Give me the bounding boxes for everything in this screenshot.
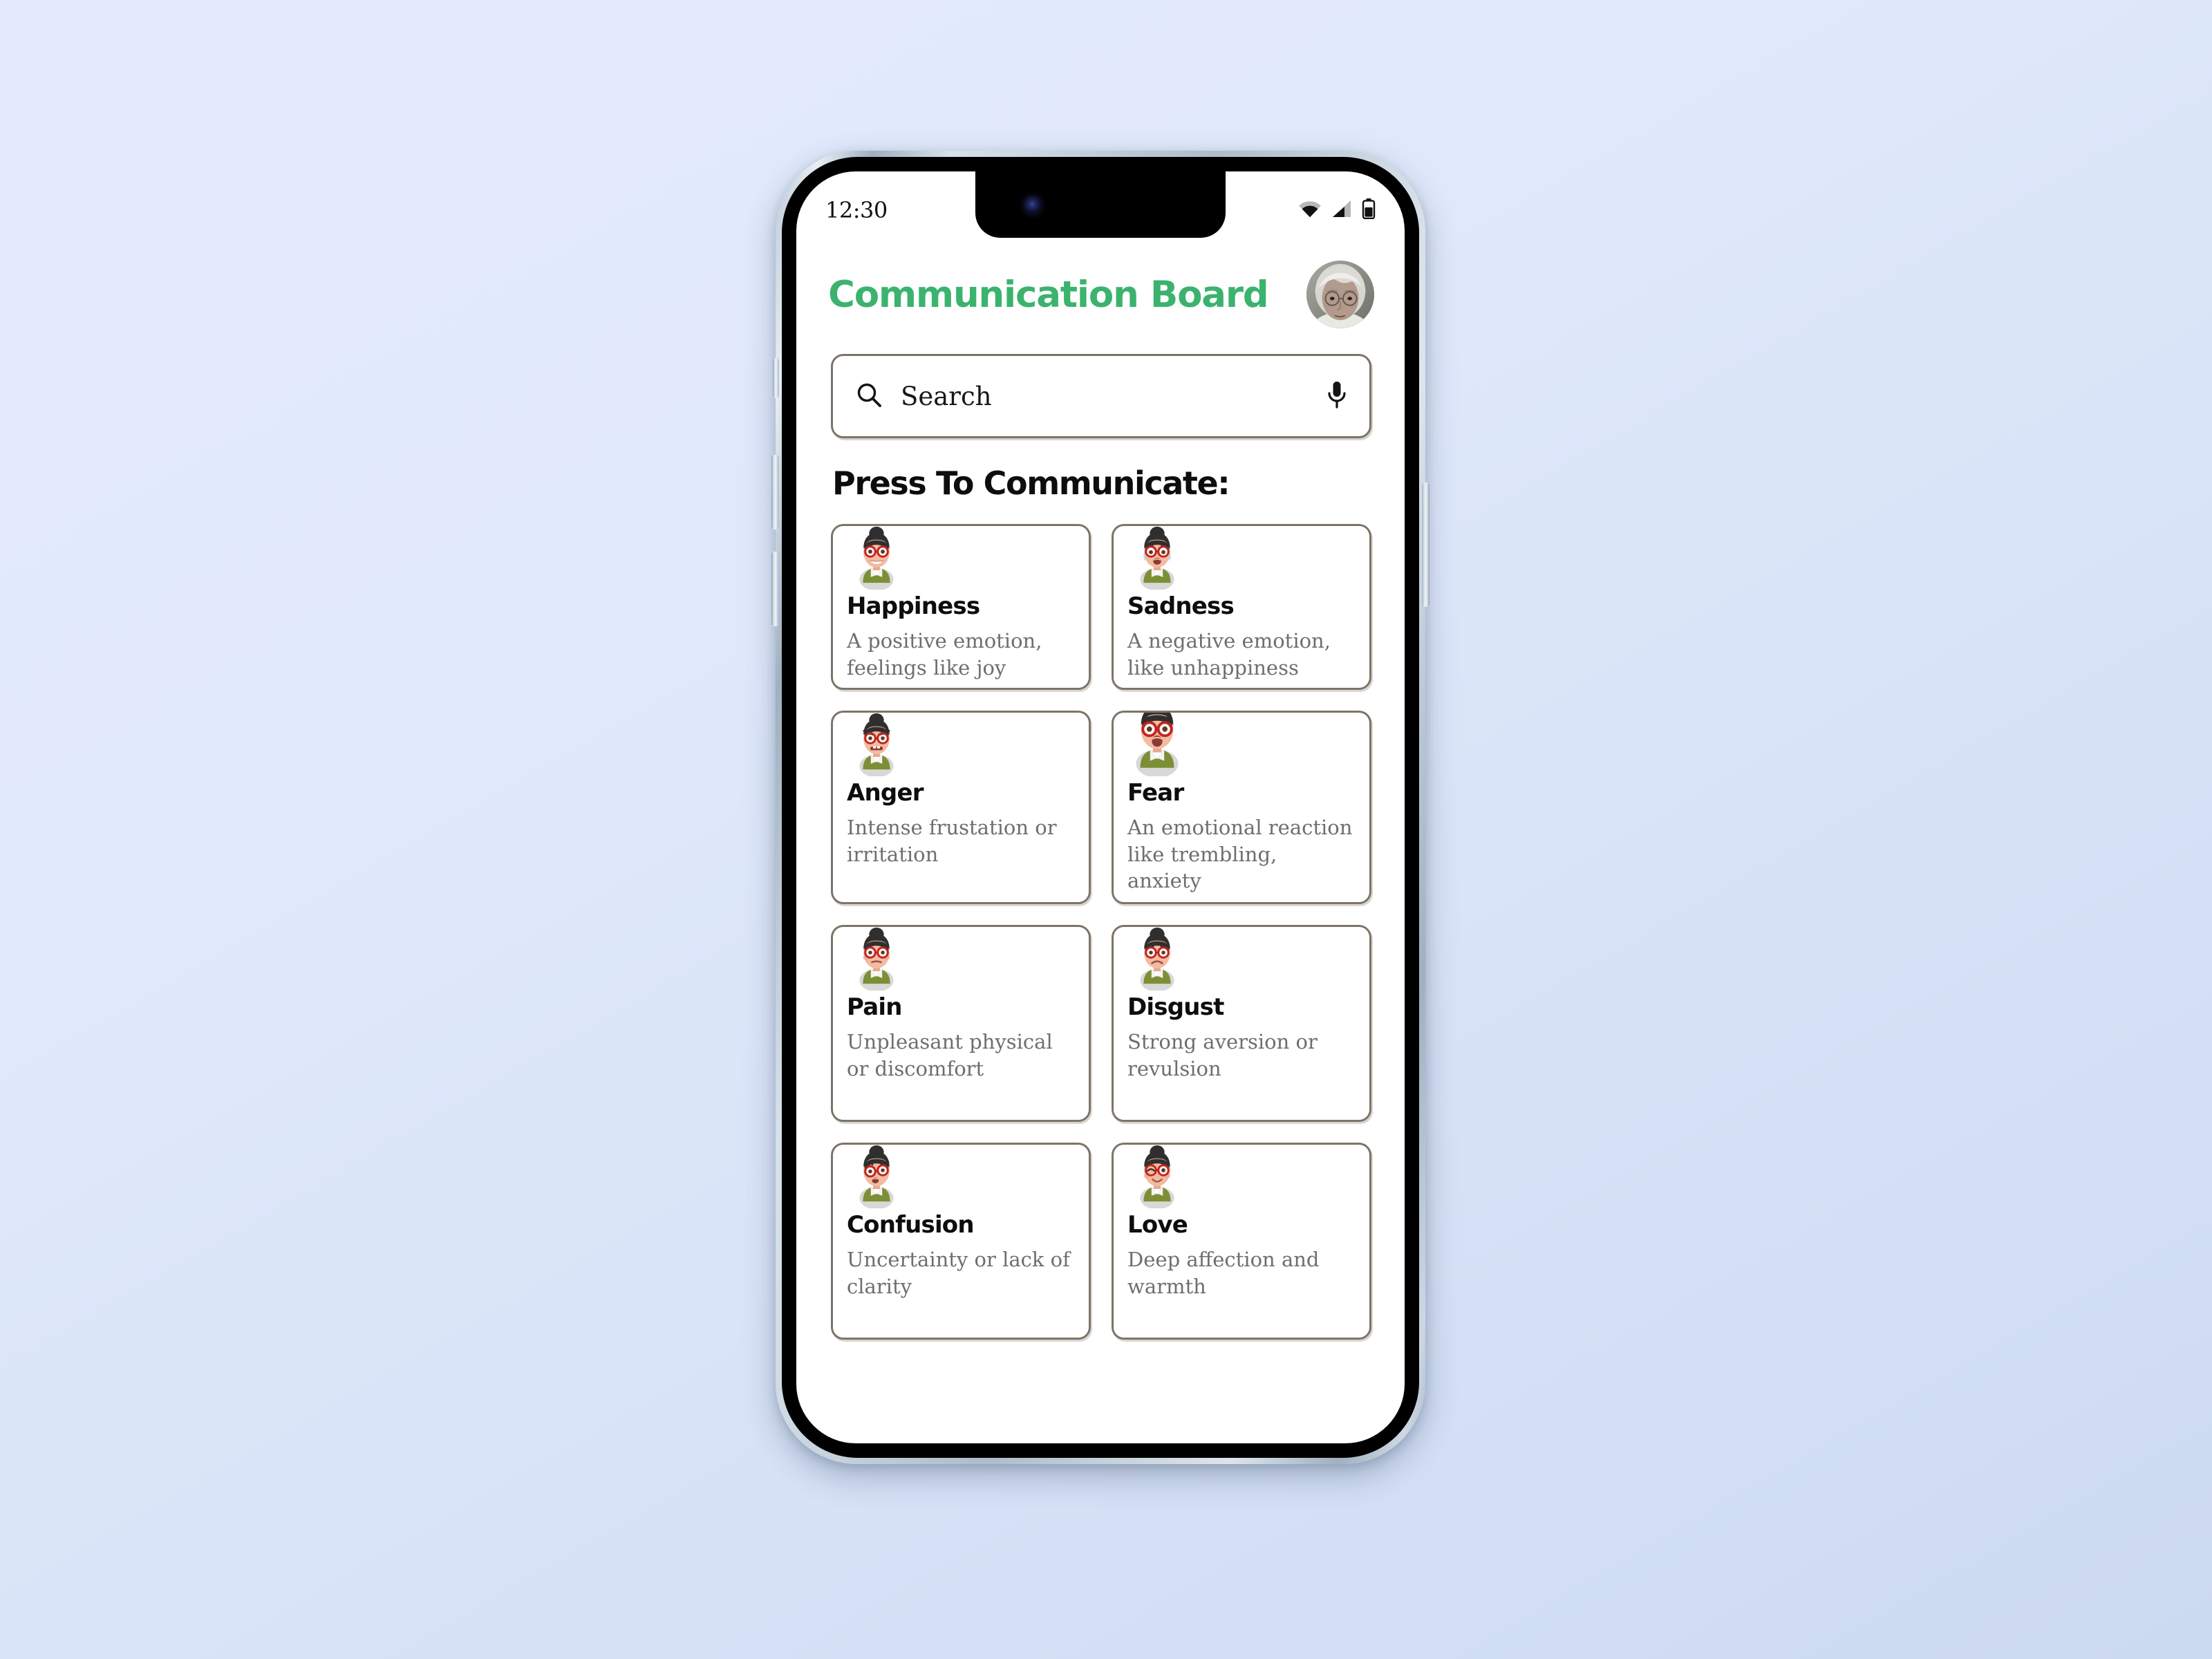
app-header: Communication Board [796, 253, 1405, 336]
emotion-card-title: Love [1127, 1211, 1188, 1239]
search-input[interactable]: Search [901, 382, 1325, 411]
angry-face-icon [848, 713, 905, 778]
emotion-card-description: Unpleasant physical or discomfort [847, 1030, 1053, 1080]
emotion-card-description: An emotional reaction like trembling, an… [1127, 816, 1353, 893]
battery-icon [1362, 198, 1376, 222]
silent-switch-button[interactable] [773, 358, 779, 398]
emotion-card-title: Disgust [1127, 993, 1224, 1021]
notch [975, 171, 1226, 238]
wifi-icon [1298, 200, 1322, 221]
phone-mockup: 12:30 Communication Board Search Press T… [771, 151, 1430, 1464]
emotion-card-title: Confusion [847, 1211, 975, 1239]
status-bar-clock: 12:30 [825, 197, 888, 223]
fearful-face-icon [1129, 713, 1185, 778]
front-camera-icon [1022, 195, 1043, 216]
emotion-card-pain[interactable]: Pain Unpleasant physical or discomfort [831, 925, 1091, 1122]
emotion-card-title: Fear [1127, 779, 1184, 807]
search-input-container[interactable]: Search [831, 354, 1371, 438]
emotion-card-description: Strong aversion or revulsion [1127, 1030, 1318, 1080]
emotion-card-description: A positive emotion, feelings like joy [847, 629, 1042, 679]
status-bar-icons [1298, 187, 1376, 222]
emotion-card-title: Happiness [847, 592, 980, 620]
happy-face-icon [848, 526, 905, 591]
search-bar[interactable]: Search [831, 354, 1371, 438]
sad-face-icon [1129, 526, 1185, 591]
emotion-card-fear[interactable]: Fear An emotional reaction like tremblin… [1112, 711, 1371, 904]
emotion-card-happiness[interactable]: Happiness A positive emotion, feelings l… [831, 524, 1091, 690]
power-button[interactable] [1422, 482, 1430, 607]
search-icon [855, 381, 883, 411]
emotion-card-grid: Happiness A positive emotion, feelings l… [831, 524, 1371, 1443]
emotion-card-title: Sadness [1127, 592, 1235, 620]
emotion-card-description: A negative emotion, like unhappiness [1127, 629, 1331, 679]
phone-screen: 12:30 Communication Board Search Press T… [796, 171, 1405, 1443]
cellular-signal-icon [1331, 200, 1352, 221]
emotion-card-sadness[interactable]: Sadness A negative emotion, like unhappi… [1112, 524, 1371, 690]
volume-up-button[interactable] [771, 455, 779, 529]
emotion-card-disgust[interactable]: Disgust Strong aversion or revulsion [1112, 925, 1371, 1122]
volume-down-button[interactable] [771, 552, 779, 626]
emotion-card-title: Pain [847, 993, 902, 1021]
pain-face-icon [848, 927, 905, 992]
emotion-card-anger[interactable]: Anger Intense frustation or irritation [831, 711, 1091, 904]
confused-face-icon [848, 1145, 905, 1210]
disgusted-face-icon [1129, 927, 1185, 992]
avatar[interactable] [1306, 261, 1374, 328]
emotion-card-love[interactable]: Love Deep affection and warmth [1112, 1143, 1371, 1340]
emotion-card-confusion[interactable]: Confusion Uncertainty or lack of clarity [831, 1143, 1091, 1340]
emotion-card-title: Anger [847, 779, 924, 807]
emotion-card-description: Deep affection and warmth [1127, 1248, 1320, 1298]
emotion-card-description: Uncertainty or lack of clarity [847, 1248, 1070, 1298]
microphone-icon[interactable] [1325, 379, 1349, 413]
section-heading: Press To Communicate: [832, 465, 1230, 502]
emotion-card-description: Intense frustation or irritation [847, 816, 1057, 866]
loving-face-icon [1129, 1145, 1185, 1210]
page-title: Communication Board [828, 273, 1269, 316]
